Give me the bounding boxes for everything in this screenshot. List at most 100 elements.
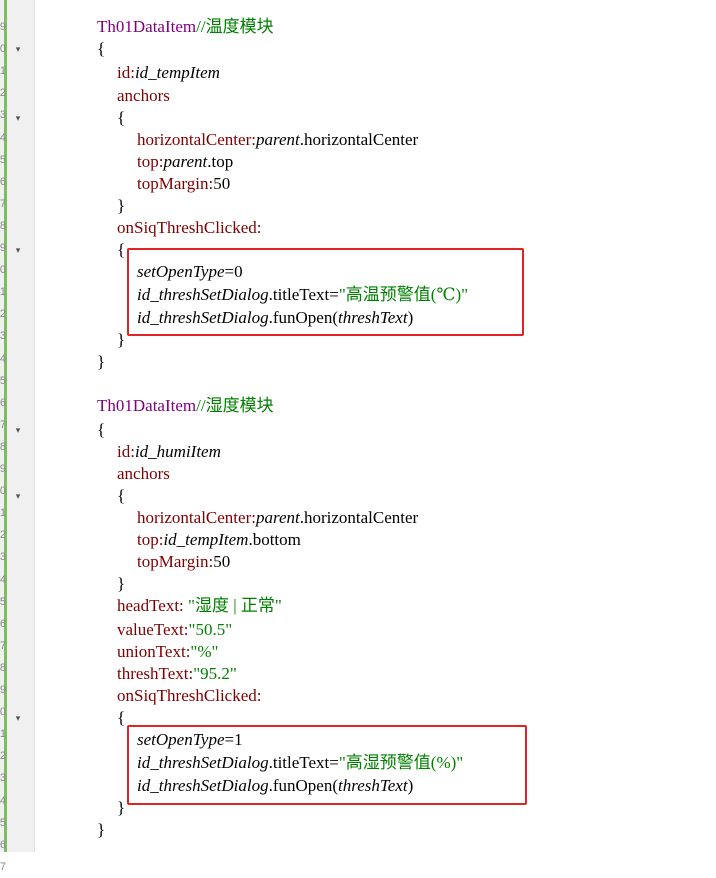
property-key: unionText:: [117, 642, 191, 661]
line-number: 8: [0, 220, 6, 232]
code-line-36: }: [97, 819, 105, 841]
property-key: horizontalCenter:: [137, 508, 256, 527]
line-number: 5: [0, 375, 6, 387]
string-literal: "95.2": [193, 664, 237, 683]
property-key: valueText:: [117, 620, 189, 639]
string-literal: "高湿预警值(%)": [338, 753, 464, 772]
close-brace: }: [117, 798, 126, 817]
number-value: 50: [213, 174, 231, 193]
property-key: top:: [137, 152, 164, 171]
parent-ref: parent: [255, 130, 300, 149]
code-line-16: }: [97, 351, 105, 373]
member-access: .horizontalCenter: [299, 508, 419, 527]
line-number: 5: [0, 596, 6, 608]
code-line-27: valueText:"50.5": [117, 619, 232, 641]
line-number: 6: [0, 397, 6, 409]
line-number: 6: [0, 618, 6, 630]
code-line-28: unionText:"%": [117, 641, 218, 663]
code-line-17: Th01DataItem//湿度模块: [97, 395, 274, 417]
code-line-31: {: [117, 707, 125, 729]
code-line-30: onSiqThreshClicked:: [117, 685, 261, 707]
property-key: anchors: [117, 86, 170, 105]
line-number: 1: [0, 728, 6, 740]
code-comment: //温度模块: [196, 17, 274, 36]
line-number: 9: [0, 463, 6, 475]
fold-toggle-icon[interactable]: ▾: [14, 485, 22, 507]
line-number: 6: [0, 176, 6, 188]
line-number: 3: [0, 772, 6, 784]
signal-handler: onSiqThreshClicked:: [117, 686, 262, 705]
line-number: 5: [0, 154, 6, 166]
line-number: 0: [0, 706, 6, 718]
property-key: id:: [117, 63, 135, 82]
line-number: 8: [0, 441, 6, 453]
close-brace: }: [117, 330, 126, 349]
string-literal: "50.5": [188, 620, 233, 639]
variable-name: setOpenType: [137, 730, 225, 749]
dialog-ref: id_threshSetDialog: [137, 753, 269, 772]
fold-toggle-icon[interactable]: ▾: [14, 707, 22, 729]
line-number: 5: [0, 817, 6, 829]
property-key: threshText:: [117, 664, 194, 683]
fold-toggle-icon[interactable]: ▾: [14, 38, 22, 60]
fold-toggle-icon[interactable]: ▾: [14, 107, 22, 129]
code-line-11: {: [117, 239, 125, 261]
fold-toggle-icon[interactable]: ▾: [14, 419, 22, 441]
code-line-7: top:parent.top: [137, 151, 233, 173]
line-number: 9: [0, 21, 6, 33]
line-number: 2: [0, 308, 6, 320]
fold-toggle-icon[interactable]: ▾: [14, 239, 22, 261]
member-access: .bottom: [248, 530, 301, 549]
line-number: 9: [0, 242, 6, 254]
code-line-25: }: [117, 573, 125, 595]
code-line-12: setOpenType=0: [137, 261, 243, 283]
code-line-32: setOpenType=1: [137, 729, 243, 751]
open-brace: {: [117, 240, 126, 259]
id-value: id_humiItem: [134, 442, 221, 461]
line-number: 2: [0, 87, 6, 99]
code-line-3: id:id_tempItem: [117, 62, 220, 84]
code-line-8: topMargin:50: [137, 173, 230, 195]
line-number: 0: [0, 485, 6, 497]
code-line-9: }: [117, 195, 125, 217]
open-brace: {: [97, 420, 106, 439]
line-number: 8: [0, 662, 6, 674]
code-comment: //湿度模块: [196, 396, 274, 415]
dialog-ref: id_threshSetDialog: [137, 308, 269, 327]
code-line-14: id_threshSetDialog.funOpen(threshText): [137, 307, 413, 329]
code-line-6: horizontalCenter:parent.horizontalCenter: [137, 129, 418, 151]
close-brace: }: [117, 196, 126, 215]
line-number: 1: [0, 65, 6, 77]
parent-ref: parent: [163, 152, 208, 171]
parent-ref: parent: [255, 508, 300, 527]
code-line-13: id_threshSetDialog.titleText="高温预警值(℃)": [137, 284, 468, 306]
argument: threshText: [338, 776, 408, 795]
member-access: .titleText=: [268, 285, 339, 304]
open-brace: {: [117, 108, 126, 127]
code-line-22: horizontalCenter:parent.horizontalCenter: [137, 507, 418, 529]
close-brace: }: [97, 352, 106, 371]
line-number: 2: [0, 529, 6, 541]
line-number: 6: [0, 839, 6, 851]
type-name: Th01DataItem: [97, 396, 197, 415]
line-number: 7: [0, 198, 6, 210]
type-name: Th01DataItem: [97, 17, 197, 36]
id-value: id_tempItem: [134, 63, 220, 82]
open-brace: {: [97, 39, 106, 58]
code-line-29: threshText:"95.2": [117, 663, 237, 685]
assignment: =1: [224, 730, 243, 749]
line-number: 4: [0, 353, 6, 365]
line-number: 9: [0, 684, 6, 696]
property-key: topMargin:: [137, 174, 214, 193]
code-line-34: id_threshSetDialog.funOpen(threshText): [137, 775, 413, 797]
code-line-4: anchors: [117, 85, 170, 107]
code-line-15: }: [117, 329, 125, 351]
code-line-33: id_threshSetDialog.titleText="高湿预警值(%)": [137, 752, 463, 774]
line-number: 7: [0, 419, 6, 431]
code-line-18: {: [97, 419, 105, 441]
line-number: 0: [0, 264, 6, 276]
line-number: 4: [0, 795, 6, 807]
code-line-35: }: [117, 797, 125, 819]
close-paren: ): [407, 308, 414, 327]
line-number: 1: [0, 286, 6, 298]
